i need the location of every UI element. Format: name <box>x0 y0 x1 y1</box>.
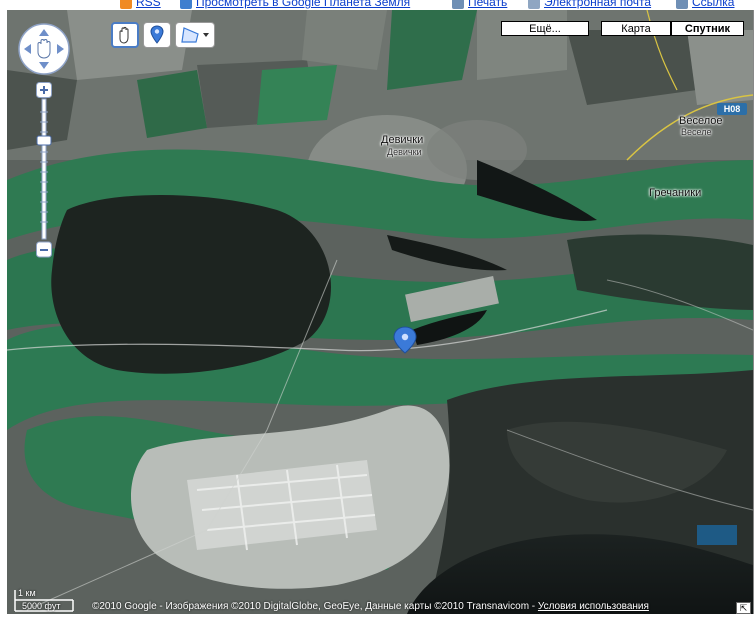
hand-icon <box>37 39 51 59</box>
email-icon <box>528 0 540 9</box>
placemark-icon <box>150 25 164 44</box>
hand-tool-button[interactable] <box>111 22 139 48</box>
scale-bar: 1 км 5000 фут <box>13 587 93 613</box>
satellite-map[interactable]: Ещё... Карта Спутник Девички Девички Вес… <box>7 10 754 614</box>
rss-link[interactable]: RSS <box>120 0 161 9</box>
chevron-down-icon <box>203 33 209 37</box>
overview-toggle-button[interactable]: ⇱ <box>736 602 751 614</box>
map-attribution: ©2010 Google - Изображения ©2010 Digital… <box>92 601 649 612</box>
print-link[interactable]: Печать <box>452 0 507 9</box>
map-type-map-button[interactable]: Карта <box>601 21 671 36</box>
hand-tool-icon <box>119 26 129 44</box>
place-label-vesele: Веселое <box>679 115 723 127</box>
place-label-devichki: Девички <box>381 134 424 146</box>
terms-of-use-link[interactable]: Условия использования <box>538 601 649 612</box>
more-map-types-button[interactable]: Ещё... <box>501 21 589 36</box>
google-earth-link[interactable]: Просмотреть в Google Планета Земля <box>180 0 410 9</box>
bottom-strip <box>0 614 755 626</box>
link-link[interactable]: Ссылка <box>676 0 734 9</box>
expand-corner-icon: ⇱ <box>739 603 748 613</box>
print-icon <box>452 0 464 9</box>
road-shield: H08 <box>717 103 747 115</box>
placemark-tool-button[interactable] <box>143 22 171 48</box>
top-link-bar: RSS Просмотреть в Google Планета Земля П… <box>0 0 755 10</box>
link-icon <box>676 0 688 9</box>
scale-km-label: 1 км <box>18 588 36 598</box>
line-shape-icon <box>181 27 209 43</box>
zoom-slider[interactable] <box>36 82 52 258</box>
email-link[interactable]: Электронная почта <box>528 0 651 9</box>
line-tool-button[interactable] <box>175 22 215 48</box>
place-label-vesele-local: Веселе <box>681 127 712 137</box>
google-earth-icon <box>180 0 192 9</box>
rss-icon <box>120 0 132 9</box>
place-label-devichki-local: Девички <box>387 147 422 157</box>
map-type-satellite-button[interactable]: Спутник <box>671 21 744 36</box>
pan-control[interactable] <box>17 22 71 76</box>
satellite-imagery <box>7 10 753 614</box>
place-label-grechaniki: Гречаники <box>649 187 702 199</box>
zoom-handle[interactable] <box>36 135 52 146</box>
scale-ft-label: 5000 фут <box>22 601 61 611</box>
